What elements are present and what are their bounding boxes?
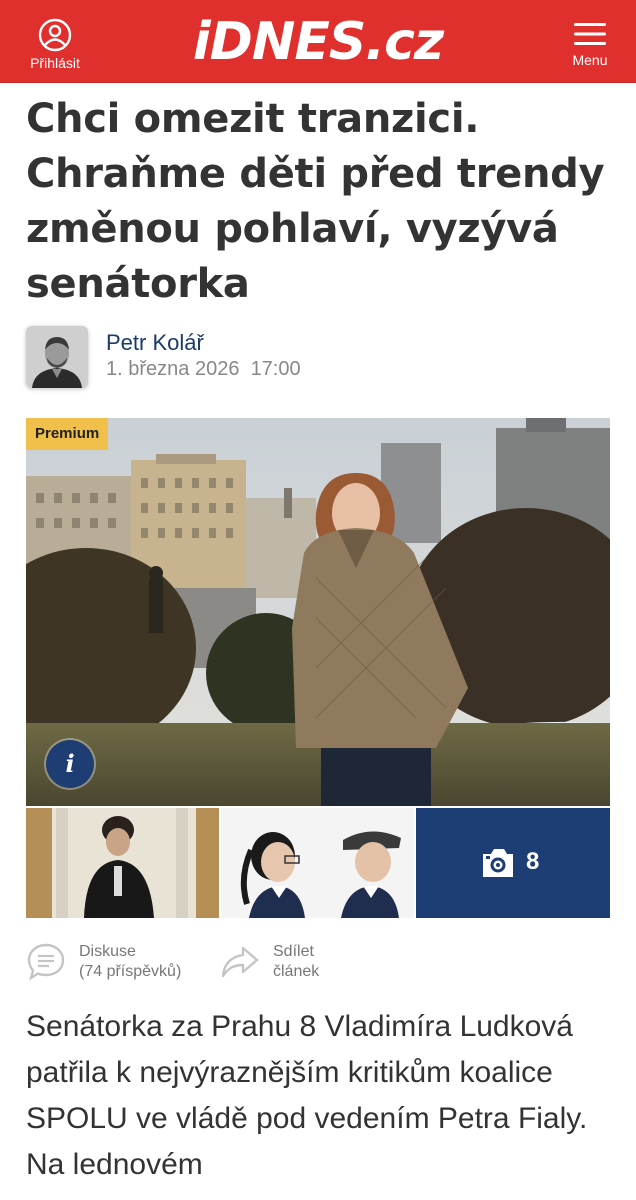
share-sublabel: článek	[273, 963, 320, 980]
gallery-thumbnail-1[interactable]	[26, 808, 219, 918]
discussion-label: Diskuse	[79, 943, 136, 960]
info-icon[interactable]: i	[46, 740, 94, 788]
discussion-count: (74 příspěvků)	[79, 963, 182, 980]
gallery-thumbnail-2[interactable]	[221, 808, 414, 918]
site-logo[interactable]: iDNES.cz	[0, 6, 636, 78]
main-article-photo[interactable]	[26, 418, 610, 806]
author-avatar[interactable]	[26, 326, 88, 388]
share-arrow-icon	[221, 946, 259, 978]
top-bar: Přihlásit iDNES.cz Menu	[0, 0, 636, 83]
premium-badge: Premium	[26, 418, 109, 450]
menu-button[interactable]: Menu	[566, 20, 614, 68]
share-label: Sdílet	[273, 943, 314, 960]
publish-time: 17:00	[250, 358, 301, 380]
publish-date-day: 1. března 2026	[106, 358, 240, 380]
discussion-button[interactable]: Diskuse (74 příspěvků)	[26, 940, 216, 986]
speech-bubble-icon	[27, 943, 65, 981]
gallery-more-tile[interactable]: 8	[416, 808, 610, 918]
share-button[interactable]: Sdílet článek	[220, 940, 370, 986]
article-perex: Senátorka za Prahu 8 Vladimíra Ludková p…	[26, 1010, 588, 1181]
hamburger-icon	[574, 23, 606, 45]
menu-label: Menu	[572, 52, 608, 68]
camera-icon	[483, 849, 513, 877]
gallery-photo-count: 8	[526, 848, 540, 875]
article-headline: Chci omezit tranzici. Chraňme děti před …	[26, 96, 605, 307]
publish-date: 1. března 2026 17:00	[106, 358, 301, 381]
author-name[interactable]: Petr Kolář	[106, 330, 204, 356]
